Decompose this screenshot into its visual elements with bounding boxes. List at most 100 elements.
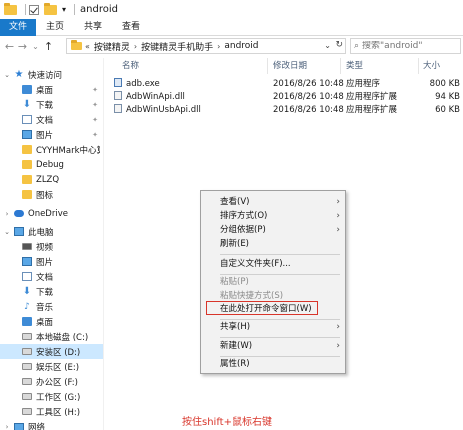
sidebar-item-label: 网络 [28, 423, 46, 430]
sidebar-item-drive-f[interactable]: 办公区 (F:) [0, 374, 103, 389]
sidebar-item-this-pc[interactable]: ⌄ 此电脑 [0, 224, 103, 239]
sidebar-item-label: 下载 [36, 100, 54, 111]
table-row[interactable]: AdbWinUsbApi.dll 2016/8/26 10:48 应用程序扩展 … [104, 104, 463, 117]
sidebar-item-zlzq[interactable]: ZLZQ [0, 172, 103, 187]
menu-item-share[interactable]: 共享(H) › [201, 320, 345, 334]
forward-arrow-icon[interactable]: → [16, 40, 29, 53]
properties-check-icon[interactable] [29, 4, 39, 15]
sidebar-item-cyyhmark[interactable]: CYYHMark中心算法 [0, 142, 103, 157]
exe-file-icon [114, 78, 122, 87]
breadcrumb-item[interactable]: android [224, 41, 258, 51]
drive-icon [22, 393, 32, 400]
sidebar-item-network[interactable]: › 网络 [0, 422, 103, 430]
file-size: 94 KB [435, 92, 460, 102]
column-divider[interactable] [418, 58, 419, 74]
menu-item-customize-folder[interactable]: 自定义文件夹(F)... [201, 257, 345, 271]
refresh-icon[interactable]: ↻ [335, 40, 343, 50]
new-folder-icon[interactable] [44, 2, 57, 15]
sidebar-item-downloads[interactable]: ⬇ 下载 ✦ [0, 97, 103, 112]
title-bar: ▾ android [0, 0, 463, 19]
sidebar-item-documents[interactable]: 文档 ✦ [0, 112, 103, 127]
document-icon [22, 115, 32, 124]
menu-item-sort[interactable]: 排序方式(O) › [201, 209, 345, 223]
chevron-down-icon[interactable]: ⌄ [324, 41, 331, 50]
sidebar-item-icons[interactable]: 图标 [0, 187, 103, 202]
file-date: 2016/8/26 10:48 [273, 105, 344, 115]
file-date: 2016/8/26 10:48 [273, 92, 344, 102]
sidebar-item-label: 图片 [36, 257, 54, 268]
breadcrumb-item[interactable]: 按键精灵 [94, 40, 130, 53]
sidebar-item-label: Debug [36, 159, 64, 170]
sidebar-item-videos[interactable]: 视频 [0, 239, 103, 254]
column-divider[interactable] [267, 58, 268, 74]
pin-icon: ✦ [92, 100, 98, 109]
download-icon: ⬇ [22, 99, 32, 110]
sidebar-item-drive-g[interactable]: 工作区 (G:) [0, 389, 103, 404]
chevron-right-icon[interactable]: › [217, 42, 220, 51]
table-row[interactable]: AdbWinApi.dll 2016/8/26 10:48 应用程序扩展 94 … [104, 91, 463, 104]
menu-item-label: 共享(H) [220, 322, 251, 332]
sidebar-item-debug[interactable]: Debug [0, 157, 103, 172]
sidebar-item-documents-pc[interactable]: 文档 [0, 269, 103, 284]
sidebar-item-pictures[interactable]: 图片 ✦ [0, 127, 103, 142]
menu-item-view[interactable]: 查看(V) › [201, 195, 345, 209]
recent-dropdown-icon[interactable]: ⌄ [29, 42, 42, 51]
sidebar-item-desktop[interactable]: 桌面 ✦ [0, 82, 103, 97]
menu-item-properties[interactable]: 属性(R) [201, 357, 345, 371]
quick-access-dropdown-icon[interactable]: ▾ [62, 5, 66, 14]
column-divider[interactable] [340, 58, 341, 74]
table-row[interactable]: adb.exe 2016/8/26 10:48 应用程序 800 KB [104, 78, 463, 91]
music-icon: ♪ [24, 301, 30, 312]
sidebar-item-drive-d[interactable]: 安装区 (D:) [0, 344, 103, 359]
tab-home[interactable]: 主页 [36, 19, 74, 36]
folder-icon [22, 160, 32, 169]
sidebar-item-pictures-pc[interactable]: 图片 [0, 254, 103, 269]
sidebar-item-label: 文档 [36, 272, 54, 283]
breadcrumb-overflow-icon[interactable]: « [85, 42, 90, 51]
chevron-down-icon[interactable]: ⌄ [0, 228, 14, 236]
file-name-cell: AdbWinApi.dll [114, 91, 185, 104]
chevron-right-icon: › [336, 322, 340, 332]
sidebar-item-quick-access[interactable]: ⌄ ★ 快速访问 [0, 67, 103, 82]
up-arrow-icon[interactable]: ↑ [42, 40, 55, 53]
sidebar-item-label: ZLZQ [36, 174, 60, 185]
column-header-name[interactable]: 名称 [122, 58, 139, 74]
breadcrumb-item[interactable]: 按键精灵手机助手 [141, 40, 213, 53]
sidebar-item-drive-c[interactable]: 本地磁盘 (C:) [0, 329, 103, 344]
sidebar-item-onedrive[interactable]: › OneDrive [0, 206, 103, 221]
menu-item-refresh[interactable]: 刷新(E) [201, 237, 345, 251]
sidebar-item-desktop-pc[interactable]: 桌面 [0, 314, 103, 329]
back-arrow-icon[interactable]: ← [3, 40, 16, 53]
search-box[interactable]: ⌕ [350, 38, 463, 54]
menu-item-label: 排序方式(O) [220, 211, 268, 221]
download-icon: ⬇ [22, 286, 32, 297]
file-type: 应用程序 [346, 79, 381, 89]
column-header-type[interactable]: 类型 [346, 58, 363, 74]
menu-item-group[interactable]: 分组依据(P) › [201, 223, 345, 237]
window-title: android [80, 4, 118, 15]
chevron-right-icon: › [336, 197, 340, 207]
sidebar-item-drive-h[interactable]: 工具区 (H:) [0, 404, 103, 419]
column-header-size[interactable]: 大小 [423, 58, 440, 74]
chevron-right-icon[interactable]: › [0, 423, 14, 430]
tab-file[interactable]: 文件 [0, 18, 37, 36]
sidebar-item-drive-e[interactable]: 娱乐区 (E:) [0, 359, 103, 374]
chevron-right-icon: › [336, 211, 340, 221]
file-name-cell: adb.exe [114, 78, 160, 91]
chevron-right-icon[interactable]: › [0, 210, 14, 218]
tab-view[interactable]: 查看 [112, 19, 150, 36]
chevron-right-icon: › [336, 225, 340, 235]
file-size: 60 KB [435, 105, 460, 115]
column-header-date[interactable]: 修改日期 [273, 58, 307, 74]
menu-item-new[interactable]: 新建(W) › [201, 339, 345, 353]
search-input[interactable] [362, 41, 463, 51]
chevron-right-icon[interactable]: › [134, 42, 137, 51]
menu-item-paste[interactable]: 粘贴(P) [201, 275, 345, 289]
sidebar-item-downloads-pc[interactable]: ⬇ 下载 [0, 284, 103, 299]
chevron-down-icon[interactable]: ⌄ [0, 71, 14, 79]
sidebar-item-music[interactable]: ♪ 音乐 [0, 299, 103, 314]
address-bar[interactable]: « 按键精灵 › 按键精灵手机助手 › android ⌄ ↻ [66, 38, 346, 54]
sidebar-item-label: 快速访问 [28, 70, 63, 81]
sidebar-item-label: 桌面 [36, 85, 54, 96]
tab-share[interactable]: 共享 [74, 19, 112, 36]
